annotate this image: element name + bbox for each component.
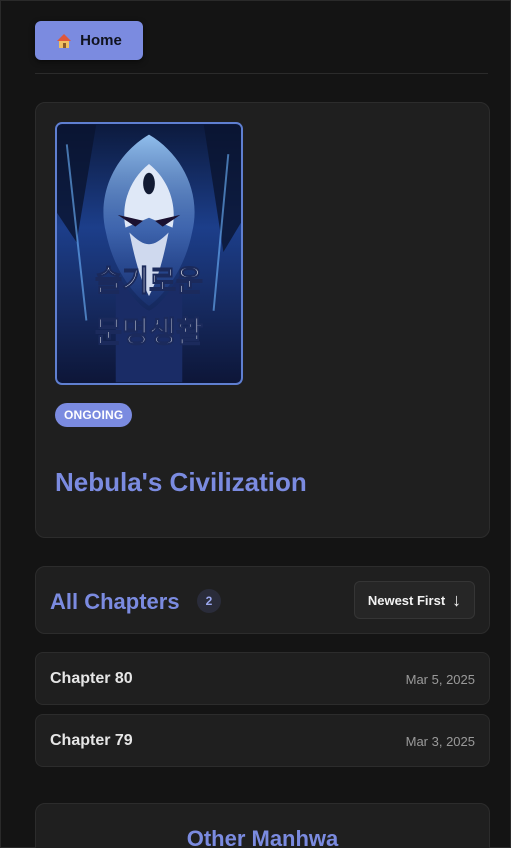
cover-title-line1: 슬기로운 bbox=[95, 264, 203, 298]
series-info-card: 슬기로운 문명생활 ONGOING Nebula's Civilization bbox=[35, 102, 490, 538]
status-badge: ONGOING bbox=[55, 403, 133, 427]
series-title: Nebula's Civilization bbox=[55, 467, 307, 497]
other-manhwa-section: Other Manhwa bbox=[35, 803, 490, 848]
other-manhwa-heading: Other Manhwa bbox=[186, 826, 339, 848]
chapter-date: Mar 3, 2025 bbox=[405, 734, 475, 749]
chapter-row[interactable]: Chapter 80 Mar 5, 2025 bbox=[35, 652, 490, 705]
house-icon bbox=[57, 33, 72, 48]
cover-image[interactable]: 슬기로운 문명생활 bbox=[55, 122, 243, 385]
divider bbox=[35, 73, 488, 74]
chapter-name: Chapter 80 bbox=[50, 670, 133, 687]
cover-artwork: 슬기로운 문명생활 bbox=[57, 124, 241, 383]
home-button[interactable]: Home bbox=[35, 21, 143, 60]
page: Home 슬기로운 문명생활 ONGOING Nebula's Civiliza… bbox=[0, 0, 511, 848]
sort-order-label: Newest First bbox=[367, 592, 446, 608]
sort-order-button[interactable]: Newest First ↓ bbox=[354, 581, 475, 619]
chapter-date: Mar 5, 2025 bbox=[405, 672, 475, 687]
arrow-down-icon: ↓ bbox=[452, 590, 462, 610]
home-button-label: Home bbox=[80, 32, 122, 49]
chapter-count-badge: 2 bbox=[197, 589, 221, 613]
chapters-heading: All Chapters bbox=[50, 589, 180, 614]
chapter-row[interactable]: Chapter 79 Mar 3, 2025 bbox=[35, 714, 490, 767]
cover-title-line2: 문명생활 bbox=[95, 315, 203, 349]
chapters-header: All Chapters 2 Newest First ↓ bbox=[35, 566, 490, 634]
chapter-name: Chapter 79 bbox=[50, 732, 133, 749]
